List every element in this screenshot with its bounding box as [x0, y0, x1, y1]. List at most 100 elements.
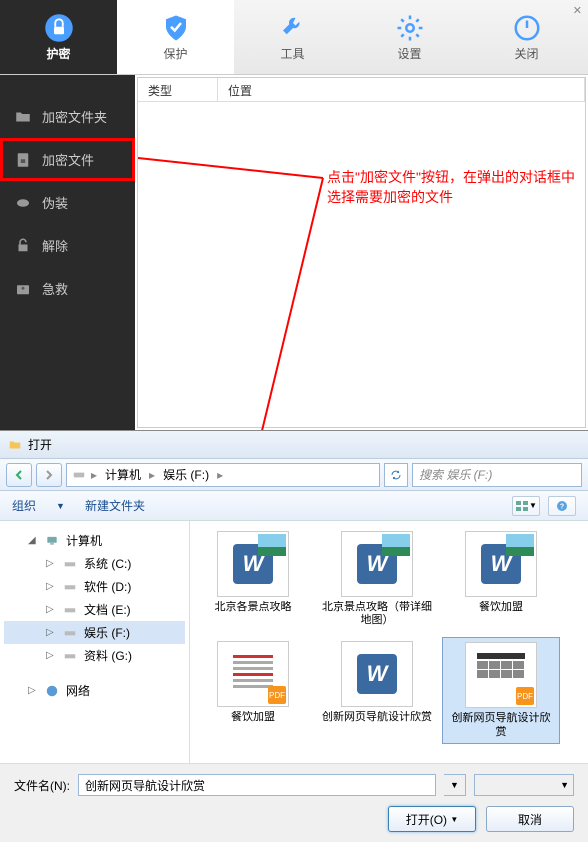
dialog-toolbar: 组织▼ 新建文件夹 ▼ ? — [0, 491, 588, 521]
file-thumb: W — [341, 641, 413, 707]
annotation-text: 点击"加密文件"按钮，在弹出的对话框中选择需要加密的文件 — [327, 168, 577, 207]
tree-drive-e[interactable]: ▷ 文档 (E:) — [4, 598, 185, 621]
file-item[interactable]: PDF 餐饮加盟 — [194, 637, 312, 743]
search-input[interactable]: 搜索 娱乐 (F:) — [412, 463, 582, 487]
tree-label: 系统 (C:) — [84, 555, 131, 572]
collapse-icon[interactable]: ◢ — [28, 535, 38, 546]
filename-label: 文件名(N): — [14, 777, 70, 794]
expand-icon[interactable]: ▷ — [46, 627, 56, 638]
toolbar-label: 保护 — [163, 45, 187, 62]
expand-icon[interactable]: ▷ — [46, 604, 56, 615]
drive-icon — [71, 468, 87, 482]
filename-dropdown[interactable]: ▼ — [444, 774, 466, 796]
sidebar-item-label: 加密文件 — [42, 150, 94, 169]
tree-drive-c[interactable]: ▷ 系统 (C:) — [4, 552, 185, 575]
file-item[interactable]: W 北京景点攻略（带详细地图） — [318, 527, 436, 631]
tree-computer[interactable]: ◢ 计算机 — [4, 529, 185, 552]
toolbar-tools[interactable]: 工具 — [234, 0, 351, 74]
refresh-button[interactable] — [384, 463, 408, 487]
sidebar-item-disguise[interactable]: 伪装 — [0, 181, 135, 224]
file-label: 创新网页导航设计欣赏 — [322, 711, 432, 724]
expand-icon[interactable]: ▷ — [46, 581, 56, 592]
file-list-panel: 类型 位置 点击"加密文件"按钮，在弹出的对话框中选择需要加密的文件 — [137, 77, 586, 428]
file-grid: W 北京各景点攻略 W 北京景点攻略（带详细地图） W 餐饮加盟 PDF 餐饮加… — [190, 521, 588, 763]
col-location[interactable]: 位置 — [218, 78, 585, 101]
breadcrumb[interactable]: ▸ 计算机 ▸ 娱乐 (F:) ▸ — [66, 463, 380, 487]
mask-icon — [14, 194, 32, 212]
nav-forward-button[interactable] — [36, 463, 62, 487]
drive-icon — [62, 557, 78, 571]
tree-label: 软件 (D:) — [84, 578, 131, 595]
sidebar-item-label: 解除 — [42, 236, 68, 255]
photo-icon — [382, 534, 410, 556]
expand-icon[interactable]: ▷ — [46, 558, 56, 569]
sidebar-item-label: 急救 — [42, 279, 68, 298]
toolbar-settings[interactable]: 设置 — [351, 0, 468, 74]
filetype-dropdown[interactable]: ▼ — [474, 774, 574, 796]
dialog-footer: 文件名(N): ▼ ▼ 打开(O) ▼ 取消 — [0, 763, 588, 842]
pdf-badge-icon: PDF — [268, 686, 286, 704]
drive-icon — [62, 649, 78, 663]
file-item-selected[interactable]: PDF 创新网页导航设计欣赏 — [442, 637, 560, 743]
filename-input[interactable] — [78, 774, 436, 796]
cancel-button[interactable]: 取消 — [486, 806, 574, 832]
tree-label: 文档 (E:) — [84, 601, 131, 618]
toolbar-label: 护密 — [46, 45, 70, 62]
file-label: 北京各景点攻略 — [215, 601, 292, 614]
toolbar-humi[interactable]: 护密 — [0, 0, 117, 74]
file-thumb: W — [217, 531, 289, 597]
crumb-computer[interactable]: 计算机 — [101, 466, 145, 483]
tree-label: 计算机 — [66, 532, 102, 549]
refresh-icon — [390, 469, 402, 481]
toolbar-label: 设置 — [397, 45, 421, 62]
dialog-title: 打开 — [28, 436, 52, 453]
close-icon[interactable]: ✕ — [573, 4, 582, 17]
expand-icon[interactable]: ▷ — [28, 685, 38, 696]
tree-drive-g[interactable]: ▷ 资料 (G:) — [4, 644, 185, 667]
help-icon: ? — [556, 500, 568, 512]
folder-open-icon — [8, 438, 22, 452]
app-toolbar: ✕ 护密 保护 工具 设置 关闭 — [0, 0, 588, 75]
open-button[interactable]: 打开(O) ▼ — [388, 806, 476, 832]
dialog-titlebar: 打开 — [0, 431, 588, 459]
list-header: 类型 位置 — [138, 78, 585, 102]
sidebar-item-remove[interactable]: 解除 — [0, 224, 135, 267]
help-button[interactable]: ? — [548, 496, 576, 516]
file-item[interactable]: W 北京各景点攻略 — [194, 527, 312, 631]
sidebar-item-label: 加密文件夹 — [42, 107, 107, 126]
chevron-down-icon: ▼ — [450, 815, 458, 824]
col-type[interactable]: 类型 — [138, 78, 218, 101]
nav-back-button[interactable] — [6, 463, 32, 487]
search-placeholder: 搜索 娱乐 (F:) — [419, 466, 492, 483]
sidebar-item-label: 伪装 — [42, 193, 68, 212]
toolbar-label: 关闭 — [514, 45, 538, 62]
wrench-icon — [278, 13, 308, 43]
toolbar-protect[interactable]: 保护 — [117, 0, 234, 74]
toolbar-close[interactable]: 关闭 — [468, 0, 585, 74]
pdf-badge-icon: PDF — [516, 687, 534, 705]
file-thumb: W — [341, 531, 413, 597]
tree-label: 资料 (G:) — [84, 647, 132, 664]
tree-drive-f[interactable]: ▷娱乐 (F:) — [4, 621, 185, 644]
sidebar-item-encrypt-file[interactable]: 加密文件 — [0, 138, 135, 181]
organize-menu[interactable]: 组织 — [12, 497, 36, 514]
lock-shield-icon — [44, 13, 74, 43]
view-mode-button[interactable]: ▼ — [512, 496, 540, 516]
tree-drive-d[interactable]: ▷ 软件 (D:) — [4, 575, 185, 598]
expand-icon[interactable]: ▷ — [46, 650, 56, 661]
drive-icon — [62, 626, 78, 640]
folder-tree: ◢ 计算机 ▷ 系统 (C:) ▷ 软件 (D:) ▷ 文档 (E:) ▷娱乐 (F:… — [0, 521, 190, 763]
sidebar-item-encrypt-folder[interactable]: 加密文件夹 — [0, 95, 135, 138]
firstaid-icon — [14, 280, 32, 298]
sidebar: 加密文件夹 加密文件 伪装 解除 急救 — [0, 75, 135, 430]
file-item[interactable]: W 创新网页导航设计欣赏 — [318, 637, 436, 743]
new-folder-button[interactable]: 新建文件夹 — [85, 497, 145, 514]
file-label: 餐饮加盟 — [231, 711, 275, 724]
crumb-drive[interactable]: 娱乐 (F:) — [159, 466, 213, 483]
computer-icon — [44, 534, 60, 548]
arrow-left-icon — [13, 469, 25, 481]
sidebar-item-rescue[interactable]: 急救 — [0, 267, 135, 310]
shield-icon — [161, 13, 191, 43]
file-item[interactable]: W 餐饮加盟 — [442, 527, 560, 631]
tree-network[interactable]: ▷网络 — [4, 679, 185, 702]
